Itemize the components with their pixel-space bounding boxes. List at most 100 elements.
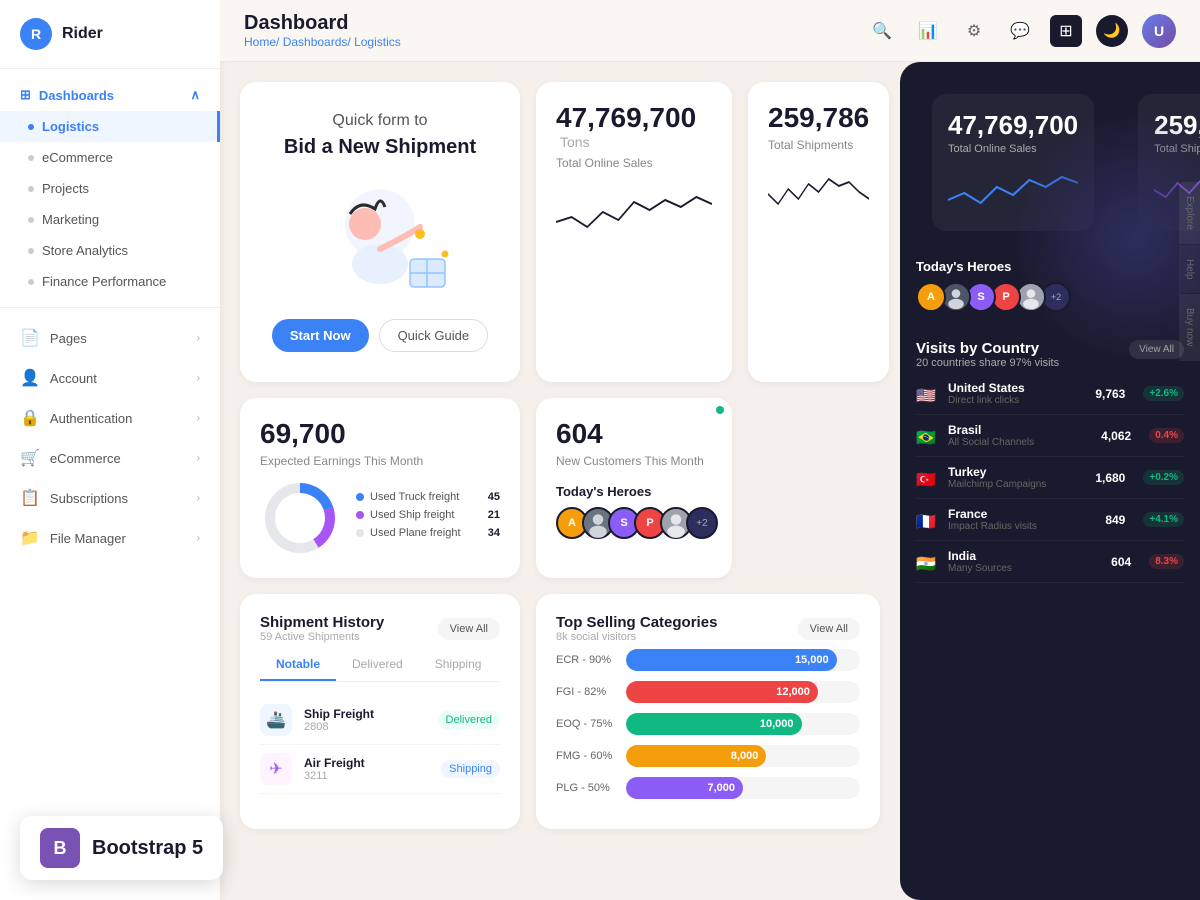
vtab-explore[interactable]: Explore xyxy=(1179,182,1200,244)
chevron-icon: › xyxy=(197,453,200,464)
topbar-left: Dashboard Home/ Dashboards/ Logistics xyxy=(244,12,401,49)
chevron-icon: › xyxy=(197,533,200,544)
sidebar-item-auth[interactable]: 🔒 Authentication › xyxy=(0,398,220,438)
active-dot xyxy=(28,124,34,130)
air-freight-icon: ✈ xyxy=(260,753,292,785)
ship-name-2: Air Freight xyxy=(304,756,429,770)
vtab-help[interactable]: Help xyxy=(1179,245,1200,294)
ship-id: 2808 xyxy=(304,721,426,733)
app-name: Rider xyxy=(62,25,103,43)
top-selling-card: Top Selling Categories 8k social visitor… xyxy=(536,594,880,829)
flag-fr: 🇫🇷 xyxy=(916,512,938,528)
bar-fill: 15,000 xyxy=(626,649,837,671)
hero-buttons: Start Now Quick Guide xyxy=(272,319,488,352)
chevron-up-icon: ∧ xyxy=(190,87,200,103)
sidebar-item-store-analytics[interactable]: Store Analytics xyxy=(0,235,220,266)
view-all-shipments-button[interactable]: View All xyxy=(438,618,500,640)
chevron-icon: › xyxy=(197,373,200,384)
bar-track: 10,000 xyxy=(626,713,860,735)
pages-section: 📄 Pages › 👤 Account › 🔒 Authentication ›… xyxy=(0,308,220,568)
start-now-button[interactable]: Start Now xyxy=(272,319,369,352)
grid-icon: ⊞ xyxy=(20,87,31,103)
sidebar-item-account[interactable]: 👤 Account › xyxy=(0,358,220,398)
user-avatar[interactable]: U xyxy=(1142,14,1176,48)
country-us: 🇺🇸 United States Direct link clicks 9,76… xyxy=(916,373,1184,415)
bar-fill: 12,000 xyxy=(626,681,818,703)
mini-chart-shipments xyxy=(768,164,869,224)
sidebar-item-pages[interactable]: 📄 Pages › xyxy=(0,318,220,358)
bar-track: 7,000 xyxy=(626,777,860,799)
donut-area: Used Truck freight 45 Used Ship freight … xyxy=(260,478,500,558)
sidebar-item-subscriptions[interactable]: 📋 Subscriptions › xyxy=(0,478,220,518)
chat-icon-btn[interactable]: 💬 xyxy=(1004,15,1036,47)
sidebar-item-ecommerce2[interactable]: 🛒 eCommerce › xyxy=(0,438,220,478)
country-tr: 🇹🇷 Turkey Mailchimp Campaigns 1,680 +0.2… xyxy=(916,457,1184,499)
selling-sub: 8k social visitors xyxy=(556,631,717,643)
tab-delivered[interactable]: Delivered xyxy=(336,649,419,681)
dashboards-group[interactable]: ⊞ Dashboards ∧ xyxy=(0,79,220,111)
sidebar-item-logistics[interactable]: Logistics xyxy=(0,111,220,142)
content-area: Quick form to Bid a New Shipment xyxy=(220,62,1200,900)
dashboards-section: ⊞ Dashboards ∧ Logistics eCommerce Proje… xyxy=(0,69,220,307)
subs-icon: 📋 xyxy=(20,488,40,508)
search-icon-btn[interactable]: 🔍 xyxy=(866,15,898,47)
shipment-item: 🚢 Ship Freight 2808 Delivered xyxy=(260,696,500,745)
country-info-us: United States Direct link clicks xyxy=(948,381,1085,406)
bar-label: FMG - 60% xyxy=(556,750,616,762)
settings-icon-btn[interactable]: ⚙ xyxy=(958,15,990,47)
donut-chart xyxy=(260,478,340,558)
dark-mode-toggle[interactable]: 🌙 xyxy=(1096,15,1128,47)
stat-card-earnings: 69,700 Expected Earnings This Month xyxy=(240,398,520,578)
stat-label: Total Online Sales xyxy=(556,156,712,170)
card-header: Shipment History 59 Active Shipments Vie… xyxy=(260,614,500,643)
grid-icon-btn[interactable]: ⊞ xyxy=(1050,15,1082,47)
country-info-br: Brasil All Social Channels xyxy=(948,423,1091,448)
bar-track: 15,000 xyxy=(626,649,860,671)
vtab-buynow[interactable]: Buy now xyxy=(1179,294,1200,360)
sidebar-item-ecommerce[interactable]: eCommerce xyxy=(0,142,220,173)
sidebar-item-finance[interactable]: Finance Performance xyxy=(0,266,220,297)
hero-count: +2 xyxy=(686,507,718,539)
quick-guide-button[interactable]: Quick Guide xyxy=(379,319,489,352)
flag-in: 🇮🇳 xyxy=(916,554,938,570)
ship-info-2: Air Freight 3211 xyxy=(304,756,429,782)
visits-title-area: Visits by Country 20 countries share 97%… xyxy=(916,340,1059,369)
heroes-avatars: A S P +2 xyxy=(556,507,712,539)
sidebar-item-projects[interactable]: Projects xyxy=(0,173,220,204)
legend-dot-plane xyxy=(356,529,364,537)
visits-sub: 20 countries share 97% visits xyxy=(916,357,1059,369)
sidebar-logo[interactable]: R Rider xyxy=(0,0,220,69)
country-info-in: India Many Sources xyxy=(948,549,1101,574)
card-title: Shipment History xyxy=(260,614,384,631)
bar-value: 12,000 xyxy=(776,686,810,698)
stat-card-customers: 604 New Customers This Month Today's Her… xyxy=(536,398,732,578)
logo-icon: R xyxy=(20,18,52,50)
bar-value: 8,000 xyxy=(731,750,759,762)
bootstrap-watermark: B Bootstrap 5 xyxy=(20,816,223,880)
tab-shipping[interactable]: Shipping xyxy=(419,649,498,681)
country-in: 🇮🇳 India Many Sources 604 8.3% xyxy=(916,541,1184,583)
sidebar-item-marketing[interactable]: Marketing xyxy=(0,204,220,235)
breadcrumb: Home/ Dashboards/ Logistics xyxy=(244,35,401,49)
stat-card-total-shipments: 259,786 Total Shipments xyxy=(748,82,889,382)
bar-value: 7,000 xyxy=(707,782,735,794)
bar-value: 10,000 xyxy=(760,718,794,730)
bar-item-fgi: FGI - 82% 12,000 xyxy=(556,681,860,703)
visits-by-country: Visits by Country 20 countries share 97%… xyxy=(900,324,1200,599)
auth-icon: 🔒 xyxy=(20,408,40,428)
stat-label: Expected Earnings This Month xyxy=(260,454,500,468)
ship-status-2: Shipping xyxy=(441,760,500,778)
bootstrap-text: Bootstrap 5 xyxy=(92,837,203,860)
legend-plane: Used Plane freight 34 xyxy=(356,527,500,539)
change-us: +2.6% xyxy=(1143,386,1184,401)
visits-title: Visits by Country xyxy=(916,340,1059,357)
topbar-right: 🔍 📊 ⚙ 💬 ⊞ 🌙 U xyxy=(866,14,1176,48)
hero-title: Quick form to xyxy=(332,112,427,130)
sidebar-item-filemanager[interactable]: 📁 File Manager › xyxy=(0,518,220,558)
view-all-selling-button[interactable]: View All xyxy=(798,618,860,640)
top-cards-grid: Quick form to Bid a New Shipment xyxy=(240,82,880,578)
tab-notable[interactable]: Notable xyxy=(260,649,336,681)
pages-icon: 📄 xyxy=(20,328,40,348)
stat-value: 259,786 xyxy=(768,102,869,134)
chart-icon-btn[interactable]: 📊 xyxy=(912,15,944,47)
